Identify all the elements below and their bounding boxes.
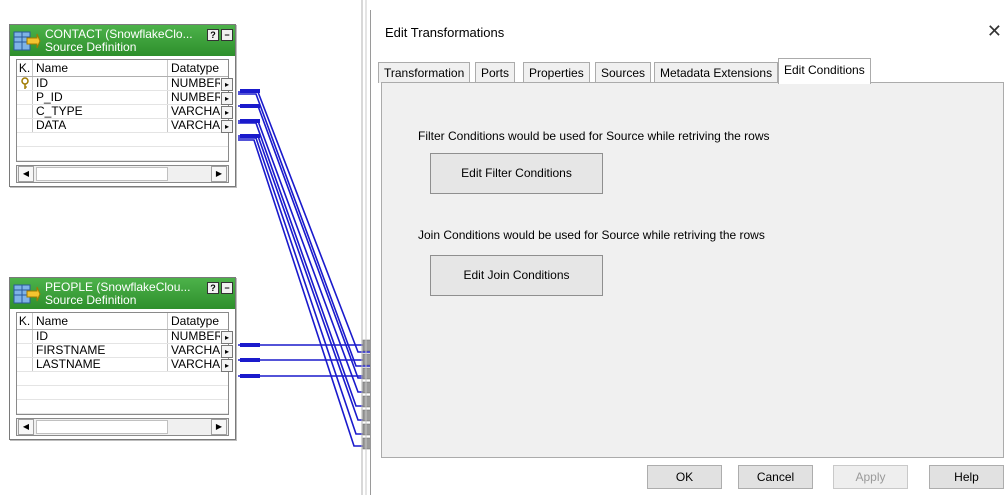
people-subtitle: Source Definition: [45, 293, 137, 307]
tab-properties[interactable]: Properties: [523, 62, 590, 83]
empty-row: [17, 133, 228, 147]
help-button[interactable]: ?: [207, 282, 219, 294]
ok-button[interactable]: OK: [647, 465, 722, 489]
source-definition-icon: [13, 31, 41, 51]
tab-metadata-extensions[interactable]: Metadata Extensions: [654, 62, 779, 83]
port-datatype: VARCHA: [167, 344, 220, 357]
port-name: FIRSTNAME: [36, 344, 106, 357]
column-header-row: K. Name Datatype: [17, 60, 228, 77]
port-name: C_TYPE: [36, 105, 83, 118]
port-datatype: VARCHA: [167, 358, 220, 371]
column-header-datatype[interactable]: Datatype: [167, 60, 220, 76]
port-name: DATA: [36, 119, 67, 132]
empty-row: [17, 372, 228, 386]
filter-conditions-description: Filter Conditions would be used for Sour…: [418, 129, 770, 143]
port-datatype: VARCHA: [167, 105, 220, 118]
tab-ports[interactable]: Ports: [475, 62, 516, 83]
port-name: ID: [36, 330, 48, 343]
horizontal-scrollbar[interactable]: ◀ ▶: [16, 418, 229, 436]
empty-row: [17, 386, 228, 400]
minimize-button[interactable]: −: [221, 29, 233, 41]
port-row[interactable]: DATA VARCHA ▸: [17, 119, 233, 133]
dialog-title: Edit Transformations: [385, 25, 505, 40]
port-arrow-icon[interactable]: ▸: [221, 78, 233, 91]
key-icon: [17, 77, 33, 90]
scroll-left-icon[interactable]: ◀: [18, 419, 34, 435]
close-icon[interactable]: ✕: [987, 21, 1002, 42]
scroll-right-icon[interactable]: ▶: [211, 166, 227, 182]
apply-button[interactable]: Apply: [833, 465, 908, 489]
edit-conditions-panel: Filter Conditions would be used for Sour…: [381, 82, 1004, 458]
port-arrow-icon[interactable]: ▸: [221, 331, 233, 344]
tab-transformation[interactable]: Transformation: [378, 62, 471, 83]
scrollbar-thumb[interactable]: [36, 420, 168, 434]
empty-row: [17, 147, 228, 161]
column-header-key[interactable]: K.: [17, 60, 33, 76]
column-header-key[interactable]: K.: [17, 313, 33, 329]
port-datatype: NUMBER: [167, 77, 220, 90]
contact-subtitle: Source Definition: [45, 40, 137, 54]
dialog-footer: OK Cancel Apply Help: [381, 460, 1004, 495]
port-row[interactable]: P_ID NUMBER ▸: [17, 91, 233, 105]
port-name: ID: [36, 77, 48, 90]
tab-edit-conditions[interactable]: Edit Conditions: [778, 58, 871, 84]
help-button[interactable]: Help: [929, 465, 1004, 489]
port-datatype: VARCHA: [167, 119, 220, 132]
port-datatype: NUMBER: [167, 91, 220, 104]
cancel-button[interactable]: Cancel: [738, 465, 813, 489]
contact-port-grid: K. Name Datatype ID NUMBER ▸ P_ID NUMBER…: [16, 59, 233, 162]
port-row[interactable]: LASTNAME VARCHA ▸: [17, 358, 233, 372]
port-arrow-icon[interactable]: ▸: [221, 345, 233, 358]
column-header-datatype[interactable]: Datatype: [167, 313, 220, 329]
minimize-button[interactable]: −: [221, 282, 233, 294]
port-name: LASTNAME: [36, 358, 101, 371]
scrollbar-thumb[interactable]: [36, 167, 168, 181]
contact-header[interactable]: CONTACT (SnowflakeClo... Source Definiti…: [10, 25, 235, 56]
port-name: P_ID: [36, 91, 63, 104]
empty-row: [17, 400, 228, 414]
tab-sources[interactable]: Sources: [595, 62, 652, 83]
contact-source-definition[interactable]: CONTACT (SnowflakeClo... Source Definiti…: [9, 24, 236, 187]
horizontal-scrollbar[interactable]: ◀ ▶: [16, 165, 229, 183]
port-row[interactable]: C_TYPE VARCHA ▸: [17, 105, 233, 119]
port-arrow-icon[interactable]: ▸: [221, 92, 233, 105]
help-button[interactable]: ?: [207, 29, 219, 41]
scroll-right-icon[interactable]: ▶: [211, 419, 227, 435]
port-row[interactable]: ID NUMBER ▸: [17, 77, 233, 91]
port-arrow-icon[interactable]: ▸: [221, 359, 233, 372]
people-header[interactable]: PEOPLE (SnowflakeClou... Source Definiti…: [10, 278, 235, 309]
join-conditions-description: Join Conditions would be used for Source…: [418, 228, 765, 242]
port-datatype: NUMBER: [167, 330, 220, 343]
column-header-name[interactable]: Name: [36, 60, 166, 76]
port-arrow-icon[interactable]: ▸: [221, 120, 233, 133]
port-row[interactable]: ID NUMBER ▸: [17, 330, 233, 344]
edit-transformations-dialog: Edit Transformations ✕ Transformation Po…: [370, 10, 1005, 495]
edit-filter-conditions-button[interactable]: Edit Filter Conditions: [430, 153, 603, 194]
port-row[interactable]: FIRSTNAME VARCHA ▸: [17, 344, 233, 358]
scroll-left-icon[interactable]: ◀: [18, 166, 34, 182]
column-header-row: K. Name Datatype: [17, 313, 228, 330]
source-definition-icon: [13, 284, 41, 304]
edit-join-conditions-button[interactable]: Edit Join Conditions: [430, 255, 603, 296]
people-source-definition[interactable]: PEOPLE (SnowflakeClou... Source Definiti…: [9, 277, 236, 440]
people-port-grid: K. Name Datatype ID NUMBER ▸ FIRSTNAME V…: [16, 312, 233, 415]
port-arrow-icon[interactable]: ▸: [221, 106, 233, 119]
column-header-name[interactable]: Name: [36, 313, 166, 329]
